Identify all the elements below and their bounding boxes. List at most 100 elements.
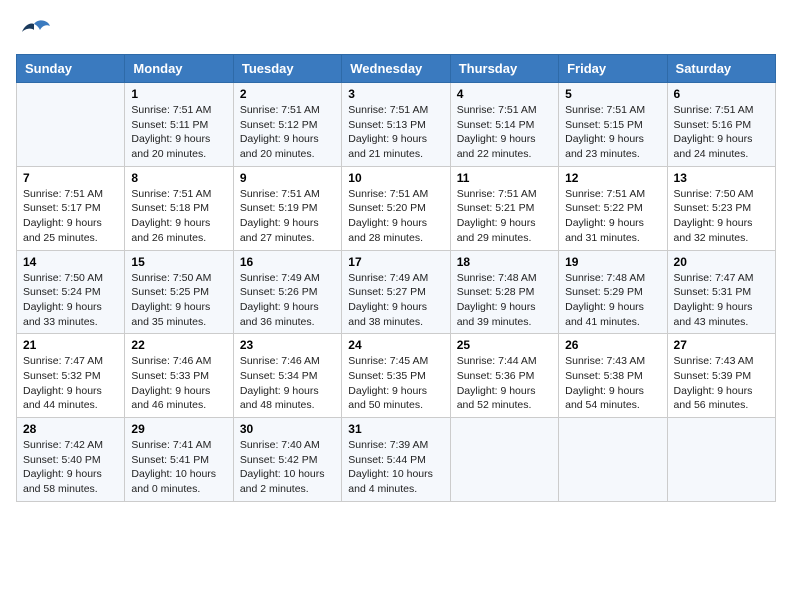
sunset-text: Sunset: 5:13 PM: [348, 118, 443, 133]
daylight-text: Daylight: 9 hours and 48 minutes.: [240, 384, 335, 413]
daylight-text: Daylight: 9 hours and 21 minutes.: [348, 132, 443, 161]
calendar-cell: 29 Sunrise: 7:41 AM Sunset: 5:41 PM Dayl…: [125, 418, 233, 502]
day-number: 3: [348, 87, 443, 101]
sunset-text: Sunset: 5:31 PM: [674, 285, 769, 300]
day-info: Sunrise: 7:43 AM Sunset: 5:38 PM Dayligh…: [565, 354, 660, 413]
day-info: Sunrise: 7:46 AM Sunset: 5:33 PM Dayligh…: [131, 354, 226, 413]
sunset-text: Sunset: 5:24 PM: [23, 285, 118, 300]
day-info: Sunrise: 7:51 AM Sunset: 5:21 PM Dayligh…: [457, 187, 552, 246]
day-info: Sunrise: 7:46 AM Sunset: 5:34 PM Dayligh…: [240, 354, 335, 413]
calendar-cell: 15 Sunrise: 7:50 AM Sunset: 5:25 PM Dayl…: [125, 250, 233, 334]
sunset-text: Sunset: 5:16 PM: [674, 118, 769, 133]
calendar-cell: 2 Sunrise: 7:51 AM Sunset: 5:12 PM Dayli…: [233, 83, 341, 167]
day-info: Sunrise: 7:51 AM Sunset: 5:11 PM Dayligh…: [131, 103, 226, 162]
sunrise-text: Sunrise: 7:40 AM: [240, 438, 335, 453]
daylight-text: Daylight: 10 hours and 4 minutes.: [348, 467, 443, 496]
calendar-week-row: 1 Sunrise: 7:51 AM Sunset: 5:11 PM Dayli…: [17, 83, 776, 167]
day-number: 24: [348, 338, 443, 352]
day-number: 17: [348, 255, 443, 269]
day-info: Sunrise: 7:47 AM Sunset: 5:32 PM Dayligh…: [23, 354, 118, 413]
sunrise-text: Sunrise: 7:51 AM: [457, 187, 552, 202]
day-number: 13: [674, 171, 769, 185]
calendar-cell: 11 Sunrise: 7:51 AM Sunset: 5:21 PM Dayl…: [450, 166, 558, 250]
calendar-cell: 16 Sunrise: 7:49 AM Sunset: 5:26 PM Dayl…: [233, 250, 341, 334]
daylight-text: Daylight: 9 hours and 32 minutes.: [674, 216, 769, 245]
calendar-cell: 9 Sunrise: 7:51 AM Sunset: 5:19 PM Dayli…: [233, 166, 341, 250]
sunrise-text: Sunrise: 7:46 AM: [240, 354, 335, 369]
logo: [16, 16, 56, 46]
calendar-cell: 23 Sunrise: 7:46 AM Sunset: 5:34 PM Dayl…: [233, 334, 341, 418]
calendar-cell: 8 Sunrise: 7:51 AM Sunset: 5:18 PM Dayli…: [125, 166, 233, 250]
daylight-text: Daylight: 9 hours and 43 minutes.: [674, 300, 769, 329]
sunset-text: Sunset: 5:23 PM: [674, 201, 769, 216]
day-number: 16: [240, 255, 335, 269]
daylight-text: Daylight: 9 hours and 29 minutes.: [457, 216, 552, 245]
column-header-friday: Friday: [559, 55, 667, 83]
sunset-text: Sunset: 5:25 PM: [131, 285, 226, 300]
daylight-text: Daylight: 9 hours and 54 minutes.: [565, 384, 660, 413]
sunrise-text: Sunrise: 7:42 AM: [23, 438, 118, 453]
sunrise-text: Sunrise: 7:51 AM: [674, 103, 769, 118]
sunset-text: Sunset: 5:36 PM: [457, 369, 552, 384]
calendar-cell: 27 Sunrise: 7:43 AM Sunset: 5:39 PM Dayl…: [667, 334, 775, 418]
sunrise-text: Sunrise: 7:51 AM: [565, 187, 660, 202]
sunset-text: Sunset: 5:39 PM: [674, 369, 769, 384]
day-info: Sunrise: 7:39 AM Sunset: 5:44 PM Dayligh…: [348, 438, 443, 497]
day-number: 20: [674, 255, 769, 269]
day-number: 1: [131, 87, 226, 101]
calendar-cell: 5 Sunrise: 7:51 AM Sunset: 5:15 PM Dayli…: [559, 83, 667, 167]
day-info: Sunrise: 7:43 AM Sunset: 5:39 PM Dayligh…: [674, 354, 769, 413]
daylight-text: Daylight: 9 hours and 58 minutes.: [23, 467, 118, 496]
calendar-cell: 31 Sunrise: 7:39 AM Sunset: 5:44 PM Dayl…: [342, 418, 450, 502]
sunset-text: Sunset: 5:11 PM: [131, 118, 226, 133]
day-number: 25: [457, 338, 552, 352]
calendar-cell: 20 Sunrise: 7:47 AM Sunset: 5:31 PM Dayl…: [667, 250, 775, 334]
daylight-text: Daylight: 9 hours and 22 minutes.: [457, 132, 552, 161]
sunrise-text: Sunrise: 7:51 AM: [348, 187, 443, 202]
sunset-text: Sunset: 5:35 PM: [348, 369, 443, 384]
sunrise-text: Sunrise: 7:39 AM: [348, 438, 443, 453]
day-info: Sunrise: 7:40 AM Sunset: 5:42 PM Dayligh…: [240, 438, 335, 497]
daylight-text: Daylight: 9 hours and 20 minutes.: [240, 132, 335, 161]
sunset-text: Sunset: 5:27 PM: [348, 285, 443, 300]
daylight-text: Daylight: 9 hours and 38 minutes.: [348, 300, 443, 329]
day-number: 19: [565, 255, 660, 269]
sunrise-text: Sunrise: 7:51 AM: [23, 187, 118, 202]
daylight-text: Daylight: 9 hours and 35 minutes.: [131, 300, 226, 329]
sunset-text: Sunset: 5:15 PM: [565, 118, 660, 133]
calendar-cell: 14 Sunrise: 7:50 AM Sunset: 5:24 PM Dayl…: [17, 250, 125, 334]
calendar-cell: 4 Sunrise: 7:51 AM Sunset: 5:14 PM Dayli…: [450, 83, 558, 167]
day-info: Sunrise: 7:51 AM Sunset: 5:14 PM Dayligh…: [457, 103, 552, 162]
day-number: 21: [23, 338, 118, 352]
calendar-cell: 3 Sunrise: 7:51 AM Sunset: 5:13 PM Dayli…: [342, 83, 450, 167]
daylight-text: Daylight: 10 hours and 0 minutes.: [131, 467, 226, 496]
daylight-text: Daylight: 9 hours and 20 minutes.: [131, 132, 226, 161]
day-number: 30: [240, 422, 335, 436]
daylight-text: Daylight: 9 hours and 39 minutes.: [457, 300, 552, 329]
calendar-cell: 7 Sunrise: 7:51 AM Sunset: 5:17 PM Dayli…: [17, 166, 125, 250]
sunrise-text: Sunrise: 7:51 AM: [240, 187, 335, 202]
day-info: Sunrise: 7:42 AM Sunset: 5:40 PM Dayligh…: [23, 438, 118, 497]
calendar-cell: [559, 418, 667, 502]
day-info: Sunrise: 7:51 AM Sunset: 5:16 PM Dayligh…: [674, 103, 769, 162]
sunset-text: Sunset: 5:44 PM: [348, 453, 443, 468]
day-info: Sunrise: 7:44 AM Sunset: 5:36 PM Dayligh…: [457, 354, 552, 413]
sunset-text: Sunset: 5:38 PM: [565, 369, 660, 384]
day-number: 26: [565, 338, 660, 352]
sunrise-text: Sunrise: 7:43 AM: [674, 354, 769, 369]
calendar-cell: 6 Sunrise: 7:51 AM Sunset: 5:16 PM Dayli…: [667, 83, 775, 167]
day-info: Sunrise: 7:41 AM Sunset: 5:41 PM Dayligh…: [131, 438, 226, 497]
sunset-text: Sunset: 5:17 PM: [23, 201, 118, 216]
day-info: Sunrise: 7:47 AM Sunset: 5:31 PM Dayligh…: [674, 271, 769, 330]
day-info: Sunrise: 7:49 AM Sunset: 5:26 PM Dayligh…: [240, 271, 335, 330]
sunrise-text: Sunrise: 7:50 AM: [674, 187, 769, 202]
daylight-text: Daylight: 9 hours and 46 minutes.: [131, 384, 226, 413]
sunset-text: Sunset: 5:21 PM: [457, 201, 552, 216]
sunrise-text: Sunrise: 7:51 AM: [565, 103, 660, 118]
daylight-text: Daylight: 9 hours and 27 minutes.: [240, 216, 335, 245]
daylight-text: Daylight: 9 hours and 31 minutes.: [565, 216, 660, 245]
calendar-week-row: 21 Sunrise: 7:47 AM Sunset: 5:32 PM Dayl…: [17, 334, 776, 418]
day-info: Sunrise: 7:51 AM Sunset: 5:13 PM Dayligh…: [348, 103, 443, 162]
daylight-text: Daylight: 9 hours and 28 minutes.: [348, 216, 443, 245]
calendar-table: SundayMondayTuesdayWednesdayThursdayFrid…: [16, 54, 776, 502]
